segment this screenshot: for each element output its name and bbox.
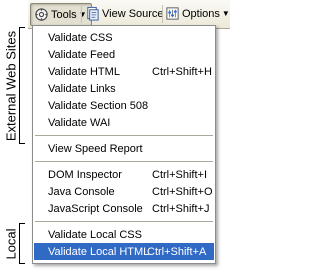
- tools-dropdown-menu: Validate CSS Validate Feed Validate HTML…: [32, 25, 216, 264]
- options-button[interactable]: Options ▼: [165, 3, 230, 24]
- bracket: [19, 223, 25, 264]
- tools-button[interactable]: Tools ▼: [30, 3, 92, 26]
- menu-separator: [35, 221, 213, 222]
- menu-separator: [35, 161, 213, 162]
- toolbar-divider: [81, 5, 82, 23]
- toolbar-divider: [162, 5, 163, 23]
- menu-item-validate-wai[interactable]: Validate WAI: [34, 114, 214, 131]
- bracket: [19, 27, 25, 144]
- document-icon: [87, 6, 99, 21]
- menu-item-validate-links[interactable]: Validate Links: [34, 80, 214, 97]
- menu-item-validate-html[interactable]: Validate HTML Ctrl+Shift+H: [34, 63, 214, 80]
- local-label: Local: [3, 227, 19, 260]
- menu-item-java-console[interactable]: Java Console Ctrl+Shift+O: [34, 183, 214, 200]
- local-annotation: Local: [0, 223, 27, 264]
- menu-item-javascript-console[interactable]: JavaScript Console Ctrl+Shift+J: [34, 200, 214, 217]
- gear-icon: [35, 8, 48, 21]
- view-source-button[interactable]: View Source ▼: [85, 3, 173, 24]
- menu-item-validate-css[interactable]: Validate CSS: [34, 29, 214, 46]
- options-icon: [166, 7, 179, 20]
- menu-item-validate-section-508[interactable]: Validate Section 508: [34, 97, 214, 114]
- view-source-label: View Source: [102, 7, 164, 20]
- chevron-down-icon: ▼: [221, 9, 230, 18]
- external-web-sites-annotation: External Web Sites: [0, 27, 27, 144]
- shortcut-label: Ctrl+Shift+A: [147, 245, 207, 258]
- menu-item-validate-local-css[interactable]: Validate Local CSS: [34, 226, 214, 243]
- options-label: Options: [182, 7, 220, 20]
- external-web-sites-label: External Web Sites: [3, 30, 19, 141]
- menu-item-validate-feed[interactable]: Validate Feed: [34, 46, 214, 63]
- menu-separator: [35, 135, 213, 136]
- tools-label: Tools: [51, 8, 77, 21]
- shortcut-label: Ctrl+Shift+H: [152, 65, 212, 78]
- menu-item-dom-inspector[interactable]: DOM Inspector Ctrl+Shift+I: [34, 166, 214, 183]
- shortcut-label: Ctrl+Shift+I: [152, 168, 208, 181]
- shortcut-label: Ctrl+Shift+J: [152, 202, 210, 215]
- menu-item-view-speed-report[interactable]: View Speed Report: [34, 140, 214, 157]
- menu-item-validate-local-html[interactable]: Validate Local HTML Ctrl+Shift+A: [34, 243, 214, 260]
- shortcut-label: Ctrl+Shift+O: [152, 185, 213, 198]
